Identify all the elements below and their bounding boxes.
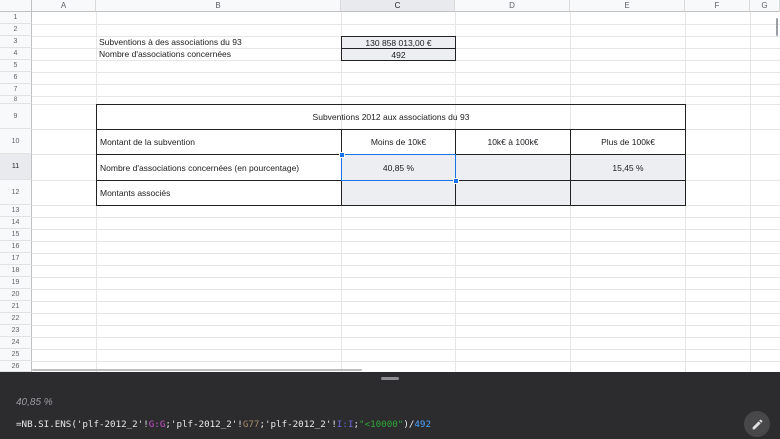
cell-b10[interactable]: Montant de la subvention: [96, 129, 342, 155]
formula-cell-ref: G77: [242, 419, 260, 430]
row-header-24[interactable]: 24: [0, 337, 32, 349]
formula-token: =NB.SI.ENS('plf-2012_2'!: [16, 419, 149, 430]
panel-drag-handle[interactable]: [381, 377, 399, 380]
row-header-3[interactable]: 3: [0, 36, 32, 48]
row-header-16[interactable]: 16: [0, 241, 32, 253]
cell-e11[interactable]: 15,45 %: [570, 154, 686, 181]
gridline: [32, 24, 780, 25]
gridline: [32, 241, 780, 242]
horizontal-scrollbar[interactable]: [32, 369, 362, 371]
row-header-11[interactable]: 11: [0, 154, 32, 180]
cell-d12[interactable]: [455, 180, 571, 206]
row-header-7[interactable]: 7: [0, 84, 32, 96]
gridline: [32, 349, 780, 350]
gridline: [750, 12, 751, 372]
row-header-21[interactable]: 21: [0, 301, 32, 313]
row-header-14[interactable]: 14: [0, 217, 32, 229]
spreadsheet-grid[interactable]: A B C D E F G 1 2 3 4 5 6 7 8 9 10 11 12…: [0, 0, 780, 372]
gridline: [32, 84, 780, 85]
gridline: [32, 337, 780, 338]
cell-b4[interactable]: Nombre d'associations concernées: [96, 48, 341, 60]
pencil-icon: [752, 419, 762, 429]
formula-text[interactable]: =NB.SI.ENS('plf-2012_2'!G:G;'plf-2012_2'…: [16, 419, 431, 430]
row-header-9[interactable]: 9: [0, 104, 32, 129]
cell-b3[interactable]: Subventions à des associations du 93: [96, 36, 341, 48]
row-header-15[interactable]: 15: [0, 229, 32, 241]
formula-token: ;'plf-2012_2'!: [165, 419, 243, 430]
row-header-22[interactable]: 22: [0, 313, 32, 325]
gridline: [32, 313, 780, 314]
row-header-1[interactable]: 1: [0, 12, 32, 24]
gridline: [32, 96, 780, 97]
gridline: [32, 325, 780, 326]
row-header-26[interactable]: 26: [0, 361, 32, 372]
gridline: [32, 217, 780, 218]
formula-range-ref: I:I: [336, 419, 354, 430]
row-header-8[interactable]: 8: [0, 96, 32, 104]
select-all-corner[interactable]: [0, 0, 32, 12]
column-header-c[interactable]: C: [341, 0, 455, 12]
vertical-scrollbar[interactable]: [776, 18, 778, 36]
cell-b12[interactable]: Montants associés: [96, 180, 342, 206]
row-header-23[interactable]: 23: [0, 325, 32, 337]
column-header-g[interactable]: G: [750, 0, 780, 12]
cell-b9-merged-title[interactable]: Subventions 2012 aux associations du 93: [96, 104, 686, 130]
row-header-2[interactable]: 2: [0, 24, 32, 36]
gridline: [32, 289, 780, 290]
row-header-25[interactable]: 25: [0, 349, 32, 361]
row-header-13[interactable]: 13: [0, 205, 32, 217]
gridline: [32, 229, 780, 230]
gridline: [32, 277, 780, 278]
row-header-5[interactable]: 5: [0, 60, 32, 72]
row-header-12[interactable]: 12: [0, 180, 32, 205]
column-header-d[interactable]: D: [455, 0, 570, 12]
row-header-10[interactable]: 10: [0, 129, 32, 154]
edit-formula-button[interactable]: [744, 411, 770, 437]
cell-c4[interactable]: 492: [341, 48, 456, 61]
formula-number: 492: [414, 419, 431, 430]
row-header-6[interactable]: 6: [0, 72, 32, 84]
formula-string: "<10000": [359, 419, 404, 430]
cell-e10[interactable]: Plus de 100k€: [570, 129, 686, 155]
row-header-18[interactable]: 18: [0, 265, 32, 277]
formula-range-ref: G:G: [148, 419, 166, 430]
row-header-20[interactable]: 20: [0, 289, 32, 301]
row-header-19[interactable]: 19: [0, 277, 32, 289]
cell-c10[interactable]: Moins de 10k€: [341, 129, 456, 155]
gridline: [32, 265, 780, 266]
row-header-17[interactable]: 17: [0, 253, 32, 265]
formula-token: ;'plf-2012_2'!: [259, 419, 337, 430]
cell-b11[interactable]: Nombre d'associations concernées (en pou…: [96, 154, 342, 181]
column-header-f[interactable]: F: [685, 0, 750, 12]
gridline: [32, 301, 780, 302]
formula-token: )/: [403, 419, 415, 430]
formula-panel: 40,85 % =NB.SI.ENS('plf-2012_2'!G:G;'plf…: [0, 372, 780, 439]
cell-c11[interactable]: 40,85 %: [341, 154, 456, 181]
cell-value-display: 40,85 %: [16, 397, 53, 408]
gridline: [32, 72, 780, 73]
selection-handle-top[interactable]: [339, 152, 345, 158]
cell-d11[interactable]: [455, 154, 571, 181]
cell-c12[interactable]: [341, 180, 456, 206]
row-header-4[interactable]: 4: [0, 48, 32, 60]
column-header-b[interactable]: B: [96, 0, 341, 12]
cell-d10[interactable]: 10k€ à 100k€: [455, 129, 571, 155]
column-header-a[interactable]: A: [32, 0, 96, 12]
gridline: [32, 253, 780, 254]
gridline: [32, 361, 780, 362]
column-header-e[interactable]: E: [570, 0, 685, 12]
selection-handle-bottom[interactable]: [453, 178, 459, 184]
cell-e12[interactable]: [570, 180, 686, 206]
